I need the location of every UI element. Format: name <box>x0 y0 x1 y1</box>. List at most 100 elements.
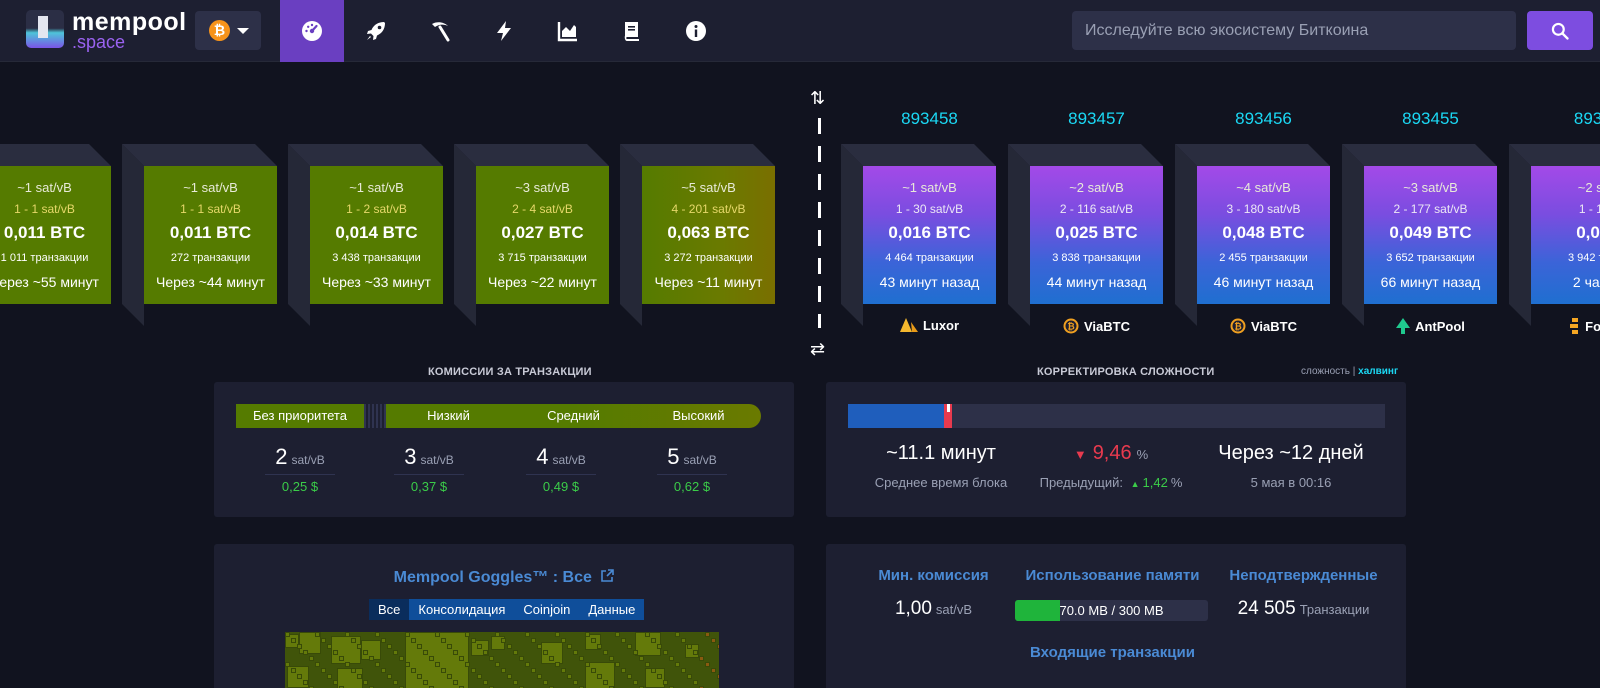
mempool-tx-cell[interactable] <box>567 644 572 649</box>
mempool-tx-cell[interactable] <box>663 680 668 685</box>
pool-link[interactable]: ₿ ViaBTC <box>1030 318 1163 337</box>
mempool-tx-cell[interactable] <box>603 650 608 655</box>
mempool-tx-cell[interactable] <box>513 680 518 685</box>
mempool-tx-cell[interactable] <box>501 638 506 643</box>
mempool-tx-cell[interactable] <box>501 668 506 673</box>
mempool-tx-cell[interactable] <box>549 656 554 661</box>
mempool-tx-cell[interactable] <box>663 650 668 655</box>
mined-block[interactable]: ~2 sat/ 1 - 100 0,031 3 942 транз 2 часо… <box>1509 144 1600 326</box>
mined-block[interactable]: ~1 sat/vB 1 - 30 sat/vB 0,016 BTC 4 464 … <box>841 144 996 326</box>
mempool-tx-cell[interactable] <box>651 638 656 643</box>
mempool-block[interactable]: ~1 sat/vB 1 - 1 sat/vB 0,011 BTC 1 011 т… <box>0 144 111 304</box>
mempool-block[interactable]: ~3 sat/vB 2 - 4 sat/vB 0,027 BTC 3 715 т… <box>454 144 609 326</box>
mempool-tx-cell[interactable] <box>675 662 680 667</box>
mempool-tx-cell[interactable] <box>555 632 560 637</box>
mempool-tx-cell[interactable] <box>345 632 350 637</box>
mempool-tx-cell[interactable] <box>705 662 710 667</box>
mempool-tx-cell[interactable] <box>669 656 674 661</box>
mempool-tx-cell[interactable] <box>531 668 536 673</box>
mempool-tx-cell[interactable] <box>369 656 374 661</box>
block-height-link[interactable]: 893455 <box>1364 109 1497 129</box>
mempool-tx-cell[interactable] <box>597 674 602 679</box>
swap-horizontal-icon[interactable]: ⇄ <box>810 339 825 360</box>
pool-link[interactable]: AntPool <box>1364 318 1497 337</box>
mempool-tx-cell[interactable] <box>471 668 476 673</box>
mempool-tx-cell[interactable] <box>645 662 650 667</box>
block-height-link[interactable]: 893456 <box>1197 109 1330 129</box>
mempool-tx-cell[interactable] <box>477 674 482 679</box>
mempool-tx-cell[interactable] <box>537 644 542 649</box>
goggles-title[interactable]: Mempool Goggles™ : Все <box>214 569 794 587</box>
mempool-tx-cell[interactable] <box>633 650 638 655</box>
pool-link[interactable]: ₿ ViaBTC <box>1197 318 1330 337</box>
mempool-tx-cell[interactable] <box>579 656 584 661</box>
mempool-tx-cell[interactable] <box>303 650 308 655</box>
mempool-tx-cell[interactable] <box>627 674 632 679</box>
mempool-tx-cell[interactable] <box>447 644 452 649</box>
mempool-tx-cell[interactable] <box>291 668 296 673</box>
mempool-tx-cell[interactable] <box>717 674 719 679</box>
mempool-tx-cell[interactable] <box>477 644 482 649</box>
mempool-tx-cell[interactable] <box>483 650 488 655</box>
mempool-tx-cell[interactable] <box>441 668 446 673</box>
mempool-tx-cell[interactable] <box>573 650 578 655</box>
mempool-tx-cell[interactable] <box>627 644 632 649</box>
mempool-tx-cell[interactable] <box>327 644 332 649</box>
goggles-tab-data[interactable]: Данные <box>579 599 645 620</box>
mempool-tx-cell[interactable] <box>339 656 344 661</box>
mempool-tx-cell[interactable] <box>345 662 350 667</box>
mempool-tx-cell[interactable] <box>495 632 500 637</box>
mempool-tx-cell[interactable] <box>423 680 428 685</box>
mempool-tx-cell[interactable] <box>297 644 302 649</box>
mempool-tx-cell[interactable] <box>459 656 464 661</box>
mempool-tx-cell[interactable] <box>531 638 536 643</box>
nav-mining[interactable] <box>408 0 472 62</box>
search-input[interactable] <box>1072 11 1516 50</box>
nav-accelerator[interactable] <box>344 0 408 62</box>
mempool-visualization[interactable] <box>285 632 719 688</box>
goggles-tab-all[interactable]: Все <box>369 599 410 620</box>
mempool-tx-cell[interactable] <box>363 650 368 655</box>
mempool-tx-cell[interactable] <box>381 638 386 643</box>
mempool-block[interactable]: ~5 sat/vB 4 - 201 sat/vB 0,063 BTC 3 272… <box>620 144 775 326</box>
mempool-tx-cell[interactable] <box>525 662 530 667</box>
mempool-tx-cell[interactable] <box>393 680 398 685</box>
mempool-tx-cell[interactable] <box>687 644 692 649</box>
mempool-tx-cell[interactable] <box>327 674 332 679</box>
mempool-tx-cell[interactable] <box>699 656 704 661</box>
mempool-tx-cell[interactable] <box>693 680 698 685</box>
mempool-tx-cell[interactable] <box>399 656 404 661</box>
mempool-tx-cell[interactable] <box>507 644 512 649</box>
mempool-tx-cell[interactable] <box>465 632 470 637</box>
mempool-tx-cell[interactable] <box>543 680 548 685</box>
mempool-tx-cell[interactable] <box>375 632 380 637</box>
mined-block[interactable]: ~3 sat/vB 2 - 177 sat/vB 0,049 BTC 3 652… <box>1342 144 1497 326</box>
mempool-tx-cell[interactable] <box>351 668 356 673</box>
mempool-tx-cell[interactable] <box>381 668 386 673</box>
mempool-tx-cell[interactable] <box>285 632 290 637</box>
mempool-tx-cell[interactable] <box>507 674 512 679</box>
mempool-tx-cell[interactable] <box>417 644 422 649</box>
mined-block[interactable]: ~2 sat/vB 2 - 116 sat/vB 0,025 BTC 3 838… <box>1008 144 1163 326</box>
mempool-tx-cell[interactable] <box>495 662 500 667</box>
mempool-tx-cell[interactable] <box>315 662 320 667</box>
mempool-tx-cell[interactable] <box>357 644 362 649</box>
mempool-tx-cell[interactable] <box>357 674 362 679</box>
nav-about[interactable] <box>664 0 728 62</box>
mempool-tx-cell[interactable] <box>297 674 302 679</box>
mempool-tx-cell[interactable] <box>375 662 380 667</box>
mempool-tx-cell[interactable] <box>333 650 338 655</box>
block-height-link[interactable]: 893458 <box>863 109 996 129</box>
mempool-tx-cell[interactable] <box>717 644 719 649</box>
mempool-tx-cell[interactable] <box>675 632 680 637</box>
mempool-tx-cell[interactable] <box>483 680 488 685</box>
pool-link[interactable]: Found <box>1531 318 1600 337</box>
mempool-tx-cell[interactable] <box>411 668 416 673</box>
mempool-tx-cell[interactable] <box>693 650 698 655</box>
mempool-tx-cell[interactable] <box>489 656 494 661</box>
mempool-tx-cell[interactable] <box>309 656 314 661</box>
mempool-tx-cell[interactable] <box>561 638 566 643</box>
mempool-tx-cell[interactable] <box>363 680 368 685</box>
mempool-tx-cell[interactable] <box>435 632 440 637</box>
mempool-tx-cell[interactable] <box>291 638 296 643</box>
